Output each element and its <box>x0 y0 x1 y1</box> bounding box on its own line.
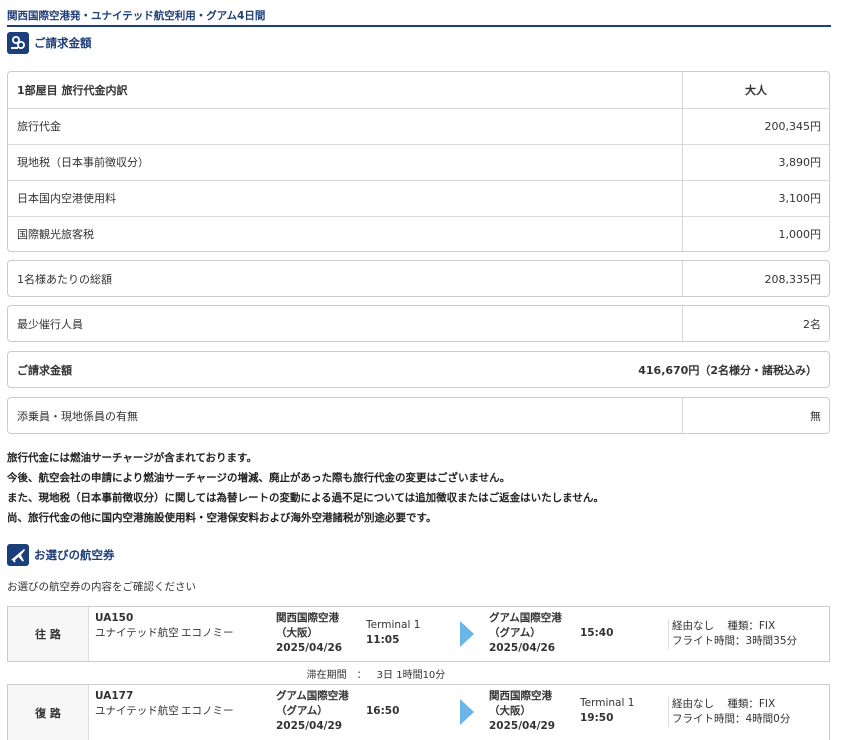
note-line: 尚、旅行代金の他に国内空港施設使用料・空港保安料および海外空港諸税が別途必要です… <box>7 512 437 524</box>
row-value: 1,000円 <box>778 227 822 241</box>
row-value: 200,345円 <box>764 120 822 133</box>
table-row: 旅行代金 200,345円 <box>8 108 829 145</box>
table-row: 現地税（日本事前徴収分） 3,890円 <box>8 144 829 181</box>
direction-label: 往 路 <box>8 607 89 661</box>
departure-time-block: Terminal 1 11:05 <box>366 618 456 648</box>
airplane-icon <box>7 544 29 566</box>
direction-label: 復 路 <box>8 685 89 740</box>
billing-total-value: 416,670円（2名様分・諸税込み） <box>638 363 817 377</box>
table-row: 日本国内空港使用料 3,100円 <box>8 180 829 217</box>
page-title: 関西国際空港発・ユナイテッド航空利用・グアム4日間 <box>7 10 266 22</box>
departure-date: 2025/04/26 <box>276 642 343 654</box>
flight-info: UA177 ユナイテッド航空 エコノミー <box>95 689 265 719</box>
arrival-airport: グアム国際空港（グアム） <box>489 612 562 639</box>
note-line: 旅行代金には燃油サーチャージが含まれております。 <box>7 452 258 464</box>
departure-info: グアム国際空港（グアム） 2025/04/29 <box>276 689 358 734</box>
row-label: 現地税（日本事前徴収分） <box>8 144 683 180</box>
table-header-label: 1部屋目 旅行代金内訳 <box>8 72 683 108</box>
route-type: 経由なし <box>672 620 714 632</box>
row-value: 3,890円 <box>778 156 822 169</box>
table-header-row: 1部屋目 旅行代金内訳 大人 <box>8 72 829 109</box>
fare-breakdown-table: 1部屋目 旅行代金内訳 大人 旅行代金 200,345円 現地税（日本事前徴収分… <box>7 71 830 252</box>
arrival-info: 関西国際空港（大阪） 2025/04/29 <box>489 689 571 734</box>
row-label: 国際観光旅客税 <box>8 216 683 251</box>
airline-class: ユナイテッド航空 エコノミー <box>95 626 265 641</box>
escort-row: 添乗員・現地係員の有無 無 <box>8 398 829 433</box>
arrival-info: グアム国際空港（グアム） 2025/04/26 <box>489 611 571 656</box>
departure-date: 2025/04/29 <box>276 720 343 732</box>
note-line: また、現地税（日本事前徴収分）に関しては為替レートの変動による過不足については追… <box>7 492 604 504</box>
departure-time: 16:50 <box>366 705 400 717</box>
per-person-total-box: 1名様あたりの総額 208,335円 <box>7 260 830 297</box>
row-value: 3,100円 <box>778 192 822 205</box>
fare-notes: 旅行代金には燃油サーチャージが含まれております。 今後、航空会社の申請により燃油… <box>7 448 604 528</box>
stay-separator: ： <box>356 669 367 681</box>
flight-duration: フライト時間：3時間35分 <box>672 635 798 647</box>
arrival-time-block: Terminal 1 19:50 <box>580 696 665 726</box>
departure-airport: 関西国際空港（大阪） <box>276 612 339 639</box>
fare-type: 種類：FIX <box>727 620 776 632</box>
min-travelers-box: 最少催行人員 2名 <box>7 305 830 342</box>
escort-box: 添乗員・現地係員の有無 無 <box>7 397 830 434</box>
cabin-class: エコノミー <box>181 705 234 717</box>
airline-class: ユナイテッド航空 エコノミー <box>95 704 265 719</box>
cabin-class: エコノミー <box>181 627 234 639</box>
route-type: 経由なし <box>672 698 714 710</box>
stay-period: 滞在期間 ： 3日 1時間10分 <box>87 662 665 685</box>
arrow-right-icon <box>460 699 474 725</box>
outbound-flight-row: 往 路 UA150 ユナイテッド航空 エコノミー 関西国際空港（大阪） 2025… <box>7 606 830 662</box>
flight-duration: フライト時間：4時間0分 <box>672 713 791 725</box>
escort-label: 添乗員・現地係員の有無 <box>8 398 683 433</box>
flights-section-header: お選びの航空券 <box>7 543 115 567</box>
departure-info: 関西国際空港（大阪） 2025/04/26 <box>276 611 358 656</box>
departure-airport: グアム国際空港（グアム） <box>276 690 349 717</box>
header-divider <box>7 25 831 27</box>
billing-total-label: ご請求金額 <box>17 363 72 377</box>
billing-total-row: ご請求金額 416,670円（2名様分・諸税込み） <box>8 352 829 387</box>
departure-terminal: Terminal 1 <box>366 619 421 631</box>
arrival-airport: 関西国際空港（大阪） <box>489 690 552 717</box>
per-person-row: 1名様あたりの総額 208,335円 <box>8 261 829 296</box>
flight-details: 経由なし 種類：FIX フライト時間：4時間0分 <box>668 697 834 727</box>
arrival-date: 2025/04/29 <box>489 720 556 732</box>
min-travelers-value: 2名 <box>803 317 821 331</box>
note-line: 今後、航空会社の申請により燃油サーチャージの増減、廃止があった際も旅行代金の変更… <box>7 472 511 484</box>
arrival-terminal: Terminal 1 <box>580 697 635 709</box>
billing-section-header: ご請求金額 <box>7 31 92 55</box>
flight-details: 経由なし 種類：FIX フライト時間：3時間35分 <box>668 619 834 649</box>
flight-info: UA150 ユナイテッド航空 エコノミー <box>95 611 265 641</box>
arrival-time: 15:40 <box>580 627 614 639</box>
fare-type: 種類：FIX <box>727 698 776 710</box>
arrival-date: 2025/04/26 <box>489 642 556 654</box>
stay-label: 滞在期間 <box>306 669 347 681</box>
min-travelers-row: 最少催行人員 2名 <box>8 306 829 341</box>
flights-section-title: お選びの航空券 <box>34 548 115 562</box>
table-header-column: 大人 <box>745 84 767 97</box>
airline-name: ユナイテッド航空 <box>95 705 179 717</box>
row-label: 旅行代金 <box>8 108 683 144</box>
per-person-value: 208,335円 <box>764 272 822 286</box>
billing-section-title: ご請求金額 <box>34 36 92 50</box>
flight-number: UA150 <box>95 612 134 624</box>
min-travelers-label: 最少催行人員 <box>8 306 683 341</box>
coins-icon <box>7 32 29 54</box>
stay-value: 3日 1時間10分 <box>376 669 446 681</box>
departure-time: 11:05 <box>366 634 400 646</box>
escort-value: 無 <box>810 409 821 423</box>
flight-number: UA177 <box>95 690 134 702</box>
return-flight-row: 復 路 UA177 ユナイテッド航空 エコノミー グアム国際空港（グアム） 20… <box>7 684 830 740</box>
airline-name: ユナイテッド航空 <box>95 627 179 639</box>
table-row: 国際観光旅客税 1,000円 <box>8 216 829 251</box>
row-label: 日本国内空港使用料 <box>8 180 683 216</box>
arrow-right-icon <box>460 621 474 647</box>
per-person-label: 1名様あたりの総額 <box>8 261 683 296</box>
arrival-time: 19:50 <box>580 712 614 724</box>
flights-intro-text: お選びの航空券の内容をご確認ください <box>7 581 196 593</box>
billing-total-box: ご請求金額 416,670円（2名様分・諸税込み） <box>7 351 830 388</box>
